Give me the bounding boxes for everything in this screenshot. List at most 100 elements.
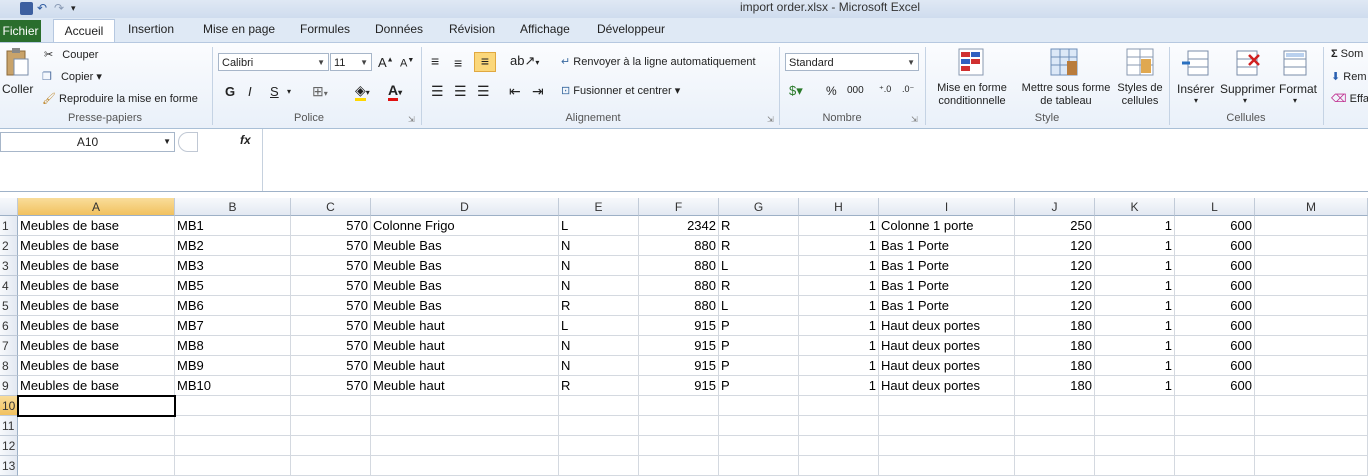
- cell-e5[interactable]: R: [559, 296, 639, 316]
- cell-l5[interactable]: 600: [1175, 296, 1255, 316]
- column-header-k[interactable]: K: [1095, 198, 1175, 216]
- cell-b9[interactable]: MB10: [175, 376, 291, 396]
- cell-l4[interactable]: 600: [1175, 276, 1255, 296]
- cell-l12[interactable]: [1175, 436, 1255, 456]
- cell-i10[interactable]: [879, 396, 1015, 416]
- row-header-2[interactable]: 2: [0, 236, 18, 256]
- cell-h1[interactable]: 1: [799, 216, 879, 236]
- cell-a9[interactable]: Meubles de base: [18, 376, 175, 396]
- cell-h4[interactable]: 1: [799, 276, 879, 296]
- column-header-h[interactable]: H: [799, 198, 879, 216]
- cell-e6[interactable]: L: [559, 316, 639, 336]
- cell-f6[interactable]: 915: [639, 316, 719, 336]
- cell-j12[interactable]: [1015, 436, 1095, 456]
- cell-i9[interactable]: Haut deux portes: [879, 376, 1015, 396]
- row-header-11[interactable]: 11: [0, 416, 18, 436]
- cell-e4[interactable]: N: [559, 276, 639, 296]
- cell-a5[interactable]: Meubles de base: [18, 296, 175, 316]
- column-header-e[interactable]: E: [559, 198, 639, 216]
- cell-g8[interactable]: P: [719, 356, 799, 376]
- formula-bar-resize-handle[interactable]: [178, 132, 198, 152]
- cell-i12[interactable]: [879, 436, 1015, 456]
- tab-fichier[interactable]: Fichier: [0, 20, 41, 42]
- cell-e11[interactable]: [559, 416, 639, 436]
- cell-d13[interactable]: [371, 456, 559, 476]
- tab-formules[interactable]: Formules: [300, 22, 350, 36]
- cell-f3[interactable]: 880: [639, 256, 719, 276]
- cell-k4[interactable]: 1: [1095, 276, 1175, 296]
- row-header-13[interactable]: 13: [0, 456, 18, 476]
- cell-g13[interactable]: [719, 456, 799, 476]
- cell-g3[interactable]: L: [719, 256, 799, 276]
- cell-g5[interactable]: L: [719, 296, 799, 316]
- cell-f2[interactable]: 880: [639, 236, 719, 256]
- cell-f7[interactable]: 915: [639, 336, 719, 356]
- cell-j3[interactable]: 120: [1015, 256, 1095, 276]
- cell-c3[interactable]: 570: [291, 256, 371, 276]
- cell-b1[interactable]: MB1: [175, 216, 291, 236]
- cell-c4[interactable]: 570: [291, 276, 371, 296]
- copy-button[interactable]: ❐ Copier ▾: [42, 70, 102, 83]
- align-bottom-icon[interactable]: ≡: [474, 52, 496, 72]
- cell-j4[interactable]: 120: [1015, 276, 1095, 296]
- cell-i3[interactable]: Bas 1 Porte: [879, 256, 1015, 276]
- delete-button[interactable]: Supprimer: [1220, 82, 1275, 96]
- cell-k11[interactable]: [1095, 416, 1175, 436]
- paste-icon[interactable]: [4, 47, 30, 77]
- cell-e8[interactable]: N: [559, 356, 639, 376]
- cell-l11[interactable]: [1175, 416, 1255, 436]
- cell-a13[interactable]: [18, 456, 175, 476]
- cell-a6[interactable]: Meubles de base: [18, 316, 175, 336]
- cell-i5[interactable]: Bas 1 Porte: [879, 296, 1015, 316]
- cell-k13[interactable]: [1095, 456, 1175, 476]
- cell-j9[interactable]: 180: [1015, 376, 1095, 396]
- cell-d4[interactable]: Meuble Bas: [371, 276, 559, 296]
- tab-revision[interactable]: Révision: [449, 22, 495, 36]
- number-format-select[interactable]: Standard ▼: [785, 53, 919, 71]
- fill-button[interactable]: ⬇ Rem: [1331, 70, 1367, 83]
- cell-m5[interactable]: [1255, 296, 1368, 316]
- align-center-icon[interactable]: ☰: [454, 83, 467, 100]
- cell-d5[interactable]: Meuble Bas: [371, 296, 559, 316]
- cell-m2[interactable]: [1255, 236, 1368, 256]
- cell-j1[interactable]: 250: [1015, 216, 1095, 236]
- cell-j8[interactable]: 180: [1015, 356, 1095, 376]
- cell-a2[interactable]: Meubles de base: [18, 236, 175, 256]
- shrink-font-icon[interactable]: A▼: [400, 57, 414, 70]
- cell-a11[interactable]: [18, 416, 175, 436]
- cell-b6[interactable]: MB7: [175, 316, 291, 336]
- column-header-c[interactable]: C: [291, 198, 371, 216]
- cell-a12[interactable]: [18, 436, 175, 456]
- delete-cells-icon[interactable]: [1231, 47, 1263, 79]
- row-header-8[interactable]: 8: [0, 356, 18, 376]
- cell-l6[interactable]: 600: [1175, 316, 1255, 336]
- cell-h10[interactable]: [799, 396, 879, 416]
- cell-i13[interactable]: [879, 456, 1015, 476]
- cell-e3[interactable]: N: [559, 256, 639, 276]
- grow-font-icon[interactable]: A▲: [378, 55, 394, 70]
- cell-f12[interactable]: [639, 436, 719, 456]
- cell-k1[interactable]: 1: [1095, 216, 1175, 236]
- cell-b5[interactable]: MB6: [175, 296, 291, 316]
- cell-j6[interactable]: 180: [1015, 316, 1095, 336]
- clear-button[interactable]: ⌫ Effa: [1331, 92, 1368, 105]
- font-size-select[interactable]: 11 ▼: [330, 53, 372, 71]
- save-icon[interactable]: [20, 1, 33, 15]
- wrap-text-button[interactable]: ↵ Renvoyer à la ligne automatiquement: [561, 55, 756, 68]
- merge-center-button[interactable]: ⊡ Fusionner et centrer ▾: [561, 84, 680, 97]
- column-header-j[interactable]: J: [1015, 198, 1095, 216]
- cell-c7[interactable]: 570: [291, 336, 371, 356]
- cell-i2[interactable]: Bas 1 Porte: [879, 236, 1015, 256]
- cell-c9[interactable]: 570: [291, 376, 371, 396]
- cell-h13[interactable]: [799, 456, 879, 476]
- cell-j2[interactable]: 120: [1015, 236, 1095, 256]
- cell-k7[interactable]: 1: [1095, 336, 1175, 356]
- cell-i11[interactable]: [879, 416, 1015, 436]
- chevron-down-icon[interactable]: ▾: [1194, 96, 1198, 105]
- cell-i1[interactable]: Colonne 1 porte: [879, 216, 1015, 236]
- cell-k2[interactable]: 1: [1095, 236, 1175, 256]
- cell-b7[interactable]: MB8: [175, 336, 291, 356]
- chevron-down-icon[interactable]: ▼: [163, 133, 171, 151]
- cell-l7[interactable]: 600: [1175, 336, 1255, 356]
- cell-i6[interactable]: Haut deux portes: [879, 316, 1015, 336]
